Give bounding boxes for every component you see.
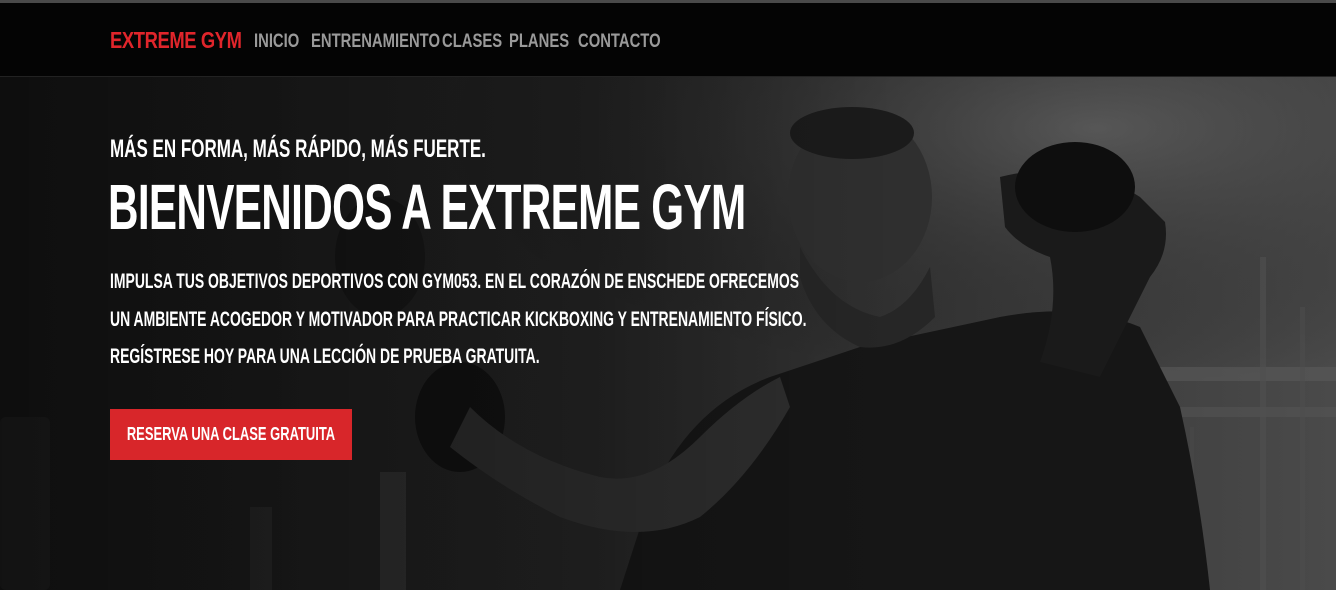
hero-section: MÁS EN FORMA, MÁS RÁPIDO, MÁS FUERTE. BI… bbox=[0, 77, 1336, 590]
brand-logo-text[interactable]: EXTREME GYM bbox=[110, 27, 242, 54]
hero-tagline: MÁS EN FORMA, MÁS RÁPIDO, MÁS FUERTE. bbox=[110, 135, 486, 163]
page: EXTREME GYM INICIO ENTRENAMIENTO CLASES … bbox=[0, 0, 1336, 590]
nav-link-clases[interactable]: CLASES bbox=[442, 31, 502, 53]
nav-item-planes: PLANES bbox=[509, 31, 578, 53]
nav-link-inicio[interactable]: INICIO bbox=[254, 31, 299, 53]
nav-item-inicio: INICIO bbox=[254, 31, 311, 53]
nav-link-planes[interactable]: PLANES bbox=[509, 31, 569, 53]
main-nav: INICIO ENTRENAMIENTO CLASES PLANES CONTA… bbox=[254, 31, 661, 53]
nav-link-contacto[interactable]: CONTACTO bbox=[578, 31, 661, 53]
nav-link-entrenamiento[interactable]: ENTRENAMIENTO bbox=[311, 31, 440, 53]
top-navbar: EXTREME GYM INICIO ENTRENAMIENTO CLASES … bbox=[0, 0, 1336, 77]
hero-headline: BIENVENIDOS A EXTREME GYM bbox=[108, 171, 746, 243]
book-free-class-button[interactable]: RESERVA UNA CLASE GRATUITA bbox=[110, 409, 352, 460]
nav-item-clases: CLASES bbox=[442, 31, 509, 53]
nav-item-entrenamiento: ENTRENAMIENTO bbox=[311, 31, 442, 53]
hero-description: IMPULSA TUS OBJETIVOS DEPORTIVOS CON GYM… bbox=[110, 270, 807, 368]
book-free-class-button-label: RESERVA UNA CLASE GRATUITA bbox=[126, 424, 336, 444]
nav-item-contacto: CONTACTO bbox=[578, 31, 661, 53]
